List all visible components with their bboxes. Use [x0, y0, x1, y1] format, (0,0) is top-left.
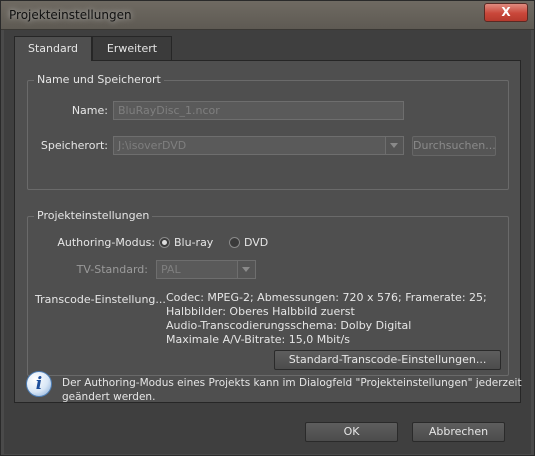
tab-erweitert[interactable]: Erweitert — [92, 36, 172, 60]
ok-button[interactable]: OK — [305, 422, 398, 442]
window-title: Projekteinstellungen — [9, 8, 132, 22]
location-label: Speicherort: — [40, 139, 108, 152]
transcode-info-line: Halbbilder: Oberes Halbbild zuerst — [166, 305, 355, 318]
standard-transcode-settings-button[interactable]: Standard-Transcode-Einstellungen... — [274, 350, 501, 370]
radio-dvd-label[interactable]: DVD — [244, 236, 268, 249]
project-settings-group-title: Projekteinstellungen — [34, 209, 153, 222]
tab-standard[interactable]: Standard — [14, 36, 92, 61]
transcode-settings-label: Transcode-Einstellung... — [35, 293, 166, 306]
info-text-line: Der Authoring-Modus eines Projekts kann … — [62, 377, 522, 389]
dialog-window: Projekteinstellungen X Standard Erweiter… — [0, 0, 535, 456]
name-input[interactable]: BluRayDisc_1.ncor — [113, 101, 404, 120]
dialog-client-area: Standard Erweitert Name und Speicherort … — [4, 30, 531, 454]
tab-panel-standard: Name und Speicherort Name: BluRayDisc_1.… — [14, 60, 521, 403]
chevron-down-icon[interactable] — [237, 261, 255, 278]
tv-standard-value: PAL — [161, 263, 181, 276]
close-button[interactable]: X — [484, 3, 528, 22]
location-value: J:\isoverDVD — [118, 139, 187, 152]
tv-standard-label: TV-Standard: — [76, 263, 148, 276]
radio-blu-ray-label[interactable]: Blu-ray — [174, 236, 213, 249]
tv-standard-dropdown[interactable]: PAL — [156, 260, 256, 279]
info-text-line: geändert werden. — [62, 391, 156, 403]
location-group-title: Name und Speicherort — [34, 73, 164, 86]
transcode-info-line: Codec: MPEG-2; Abmessungen: 720 x 576; F… — [166, 291, 487, 304]
project-settings-group: Projekteinstellungen Authoring-Modus: Bl… — [27, 209, 509, 376]
transcode-info-line: Maximale A/V-Bitrate: 15,0 Mbit/s — [166, 333, 350, 346]
cancel-button[interactable]: Abbrechen — [412, 422, 505, 442]
chevron-down-icon[interactable] — [385, 137, 403, 154]
radio-dvd[interactable] — [229, 237, 240, 248]
info-icon: i — [26, 371, 52, 397]
location-group: Name und Speicherort Name: BluRayDisc_1.… — [27, 73, 509, 190]
location-dropdown[interactable]: J:\isoverDVD — [113, 136, 404, 155]
name-label: Name: — [71, 104, 108, 117]
browse-button[interactable]: Durchsuchen... — [412, 136, 496, 156]
authoring-mode-label: Authoring-Modus: — [57, 236, 155, 249]
title-bar[interactable]: Projekteinstellungen X — [1, 1, 534, 30]
transcode-info-line: Audio-Transcodierungsschema: Dolby Digit… — [166, 319, 412, 332]
radio-blu-ray[interactable] — [159, 237, 170, 248]
